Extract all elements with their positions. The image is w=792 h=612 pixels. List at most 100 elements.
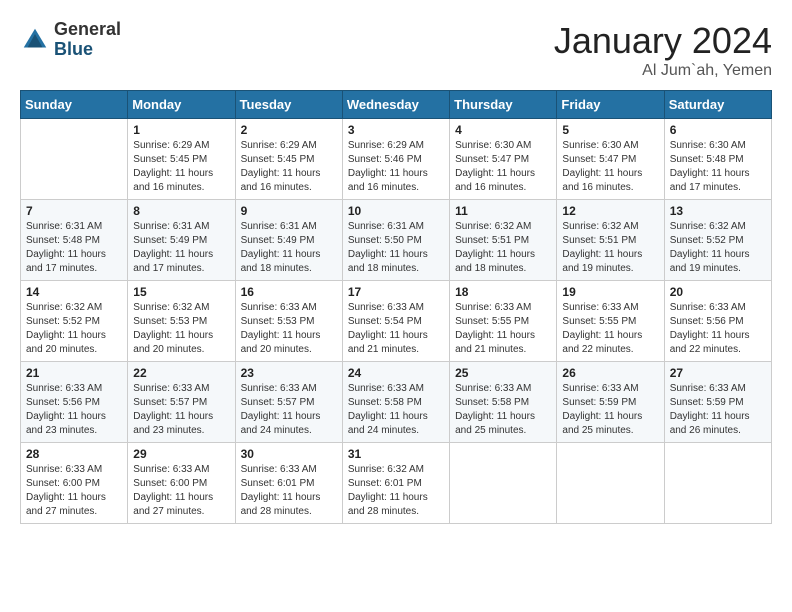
calendar-cell: [664, 443, 771, 524]
day-info: Sunrise: 6:33 AMSunset: 5:53 PMDaylight:…: [241, 301, 337, 357]
day-number: 1: [133, 123, 229, 137]
calendar-table: SundayMondayTuesdayWednesdayThursdayFrid…: [20, 90, 772, 524]
calendar-cell: 20 Sunrise: 6:33 AMSunset: 5:56 PMDayligh…: [664, 281, 771, 362]
calendar-week-row: 28Sunrise: 6:33 AMSunset: 6:00 PMDayligh…: [21, 443, 772, 524]
calendar-cell: 14 Sunrise: 6:32 AMSunset: 5:52 PMDayligh…: [21, 281, 128, 362]
calendar-cell: 5 Sunrise: 6:30 AMSunset: 5:47 PMDaylight…: [557, 119, 664, 200]
calendar-cell: 15 Sunrise: 6:32 AMSunset: 5:53 PMDayligh…: [128, 281, 235, 362]
title-block: January 2024 Al Jum`ah, Yemen: [554, 20, 772, 80]
day-number: 15: [133, 285, 229, 299]
day-header: Thursday: [450, 91, 557, 119]
day-info: Sunrise: 6:29 AMSunset: 5:46 PMDaylight:…: [348, 139, 444, 195]
calendar-cell: 28Sunrise: 6:33 AMSunset: 6:00 PMDayligh…: [21, 443, 128, 524]
day-info: Sunrise: 6:33 AMSunset: 5:55 PMDaylight:…: [455, 301, 551, 357]
day-info: Sunrise: 6:33 AMSunset: 5:58 PMDaylight:…: [455, 382, 551, 438]
day-info: Sunrise: 6:31 AMSunset: 5:48 PMDaylight:…: [26, 220, 122, 276]
calendar-cell: 23Sunrise: 6:33 AMSunset: 5:57 PMDayligh…: [235, 362, 342, 443]
day-number: 8: [133, 204, 229, 218]
logo-blue: Blue: [54, 40, 121, 60]
calendar-cell: 1 Sunrise: 6:29 AMSunset: 5:45 PMDaylight…: [128, 119, 235, 200]
day-info: Sunrise: 6:33 AMSunset: 5:55 PMDaylight:…: [562, 301, 658, 357]
day-info: Sunrise: 6:29 AMSunset: 5:45 PMDaylight:…: [241, 139, 337, 195]
day-number: 13: [670, 204, 766, 218]
day-info: Sunrise: 6:30 AMSunset: 5:47 PMDaylight:…: [562, 139, 658, 195]
calendar-cell: 7 Sunrise: 6:31 AMSunset: 5:48 PMDaylight…: [21, 200, 128, 281]
calendar-cell: [557, 443, 664, 524]
calendar-cell: 24 Sunrise: 6:33 AMSunset: 5:58 PMDayligh…: [342, 362, 449, 443]
day-info: Sunrise: 6:32 AMSunset: 5:51 PMDaylight:…: [455, 220, 551, 276]
calendar-cell: 13 Sunrise: 6:32 AMSunset: 5:52 PMDayligh…: [664, 200, 771, 281]
logo-general: General: [54, 20, 121, 40]
day-number: 12: [562, 204, 658, 218]
day-number: 24: [348, 366, 444, 380]
location: Al Jum`ah, Yemen: [554, 62, 772, 80]
day-info: Sunrise: 6:31 AMSunset: 5:49 PMDaylight:…: [133, 220, 229, 276]
day-info: Sunrise: 6:32 AMSunset: 5:53 PMDaylight:…: [133, 301, 229, 357]
calendar-cell: 2 Sunrise: 6:29 AMSunset: 5:45 PMDaylight…: [235, 119, 342, 200]
day-header: Friday: [557, 91, 664, 119]
day-number: 3: [348, 123, 444, 137]
day-info: Sunrise: 6:32 AMSunset: 6:01 PMDaylight:…: [348, 463, 444, 519]
calendar-cell: [450, 443, 557, 524]
day-number: 4: [455, 123, 551, 137]
calendar-cell: 12 Sunrise: 6:32 AMSunset: 5:51 PMDayligh…: [557, 200, 664, 281]
calendar-cell: 29Sunrise: 6:33 AMSunset: 6:00 PMDayligh…: [128, 443, 235, 524]
day-number: 25: [455, 366, 551, 380]
page-header: General Blue January 2024 Al Jum`ah, Yem…: [20, 20, 772, 80]
day-header: Sunday: [21, 91, 128, 119]
day-number: 2: [241, 123, 337, 137]
day-info: Sunrise: 6:29 AMSunset: 5:45 PMDaylight:…: [133, 139, 229, 195]
day-info: Sunrise: 6:32 AMSunset: 5:52 PMDaylight:…: [26, 301, 122, 357]
day-info: Sunrise: 6:33 AMSunset: 5:54 PMDaylight:…: [348, 301, 444, 357]
calendar-cell: 19 Sunrise: 6:33 AMSunset: 5:55 PMDayligh…: [557, 281, 664, 362]
day-info: Sunrise: 6:33 AMSunset: 5:57 PMDaylight:…: [133, 382, 229, 438]
day-info: Sunrise: 6:31 AMSunset: 5:49 PMDaylight:…: [241, 220, 337, 276]
day-header: Monday: [128, 91, 235, 119]
day-number: 30: [241, 447, 337, 461]
calendar-cell: 11 Sunrise: 6:32 AMSunset: 5:51 PMDayligh…: [450, 200, 557, 281]
calendar-cell: 26 Sunrise: 6:33 AMSunset: 5:59 PMDayligh…: [557, 362, 664, 443]
calendar-cell: [21, 119, 128, 200]
day-info: Sunrise: 6:33 AMSunset: 5:58 PMDaylight:…: [348, 382, 444, 438]
day-header: Wednesday: [342, 91, 449, 119]
calendar-cell: 8 Sunrise: 6:31 AMSunset: 5:49 PMDaylight…: [128, 200, 235, 281]
day-number: 23: [241, 366, 337, 380]
calendar-cell: 30 Sunrise: 6:33 AMSunset: 6:01 PMDayligh…: [235, 443, 342, 524]
day-number: 5: [562, 123, 658, 137]
day-number: 7: [26, 204, 122, 218]
day-info: Sunrise: 6:30 AMSunset: 5:48 PMDaylight:…: [670, 139, 766, 195]
day-info: Sunrise: 6:33 AMSunset: 6:00 PMDaylight:…: [133, 463, 229, 519]
day-header: Tuesday: [235, 91, 342, 119]
day-info: Sunrise: 6:33 AMSunset: 6:00 PMDaylight:…: [26, 463, 122, 519]
day-info: Sunrise: 6:32 AMSunset: 5:51 PMDaylight:…: [562, 220, 658, 276]
calendar-week-row: 14 Sunrise: 6:32 AMSunset: 5:52 PMDayligh…: [21, 281, 772, 362]
calendar-cell: 25 Sunrise: 6:33 AMSunset: 5:58 PMDayligh…: [450, 362, 557, 443]
day-number: 21: [26, 366, 122, 380]
calendar-cell: 18 Sunrise: 6:33 AMSunset: 5:55 PMDayligh…: [450, 281, 557, 362]
day-number: 6: [670, 123, 766, 137]
day-number: 11: [455, 204, 551, 218]
calendar-cell: 17 Sunrise: 6:33 AMSunset: 5:54 PMDayligh…: [342, 281, 449, 362]
day-info: Sunrise: 6:31 AMSunset: 5:50 PMDaylight:…: [348, 220, 444, 276]
day-number: 10: [348, 204, 444, 218]
logo-icon: [20, 25, 50, 55]
calendar-cell: 3 Sunrise: 6:29 AMSunset: 5:46 PMDaylight…: [342, 119, 449, 200]
day-info: Sunrise: 6:32 AMSunset: 5:52 PMDaylight:…: [670, 220, 766, 276]
day-number: 9: [241, 204, 337, 218]
day-number: 18: [455, 285, 551, 299]
day-header: Saturday: [664, 91, 771, 119]
day-number: 20: [670, 285, 766, 299]
day-number: 19: [562, 285, 658, 299]
day-info: Sunrise: 6:33 AMSunset: 5:56 PMDaylight:…: [670, 301, 766, 357]
day-number: 17: [348, 285, 444, 299]
calendar-cell: 4Sunrise: 6:30 AMSunset: 5:47 PMDaylight…: [450, 119, 557, 200]
day-number: 26: [562, 366, 658, 380]
calendar-cell: 31Sunrise: 6:32 AMSunset: 6:01 PMDayligh…: [342, 443, 449, 524]
calendar-cell: 16Sunrise: 6:33 AMSunset: 5:53 PMDayligh…: [235, 281, 342, 362]
month-title: January 2024: [554, 20, 772, 62]
day-info: Sunrise: 6:33 AMSunset: 6:01 PMDaylight:…: [241, 463, 337, 519]
day-info: Sunrise: 6:33 AMSunset: 5:59 PMDaylight:…: [670, 382, 766, 438]
calendar-cell: 21Sunrise: 6:33 AMSunset: 5:56 PMDayligh…: [21, 362, 128, 443]
day-number: 14: [26, 285, 122, 299]
day-info: Sunrise: 6:33 AMSunset: 5:59 PMDaylight:…: [562, 382, 658, 438]
